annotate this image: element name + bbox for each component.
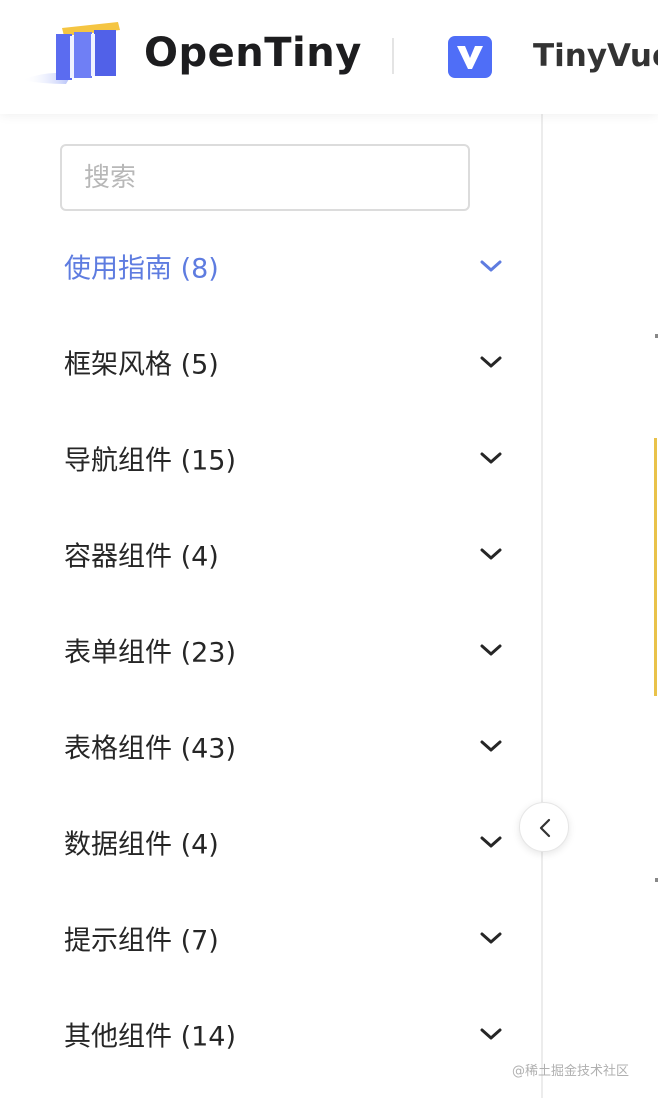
menu-item-data[interactable]: 数据组件 (4) (0, 794, 543, 890)
opentiny-logo-icon[interactable] (22, 18, 122, 88)
menu-item-label: 其他组件 (14) (64, 1021, 237, 1053)
menu-item-navigation[interactable]: 导航组件 (15) (0, 410, 543, 506)
menu-item-usage-guide[interactable]: 使用指南 (8) (0, 218, 543, 314)
menu-item-container[interactable]: 容器组件 (4) (0, 506, 543, 602)
content-area (545, 114, 658, 1098)
menu-item-label: 数据组件 (4) (64, 829, 219, 861)
header-divider (392, 38, 394, 74)
watermark: @稀土掘金技术社区 (512, 1064, 630, 1079)
menu-item-other[interactable]: 其他组件 (14) (0, 986, 543, 1082)
menu-item-label: 框架风格 (5) (64, 349, 219, 381)
menu-item-label: 导航组件 (15) (64, 445, 237, 477)
sidebar-nav: 使用指南 (8) 框架风格 (5) 导航组件 (15) 容器组件 (4) 表单组… (0, 114, 543, 1098)
chevron-down-icon (480, 260, 502, 272)
chevron-left-icon (539, 818, 551, 838)
menu-item-framework-style[interactable]: 框架风格 (5) (0, 314, 543, 410)
product-name[interactable]: TinyVue (533, 38, 658, 74)
tinyvue-logo-icon[interactable] (448, 36, 492, 78)
chevron-down-icon (480, 548, 502, 560)
menu-item-label: 提示组件 (7) (64, 925, 219, 957)
collapse-sidebar-button[interactable] (519, 802, 569, 852)
page: OpenTiny TinyVue 使用指南 (8) 框架风格 (5) 导航组件 … (0, 0, 658, 1098)
chevron-down-icon (480, 836, 502, 848)
content-accent-bar (654, 438, 657, 696)
menu-item-label: 容器组件 (4) (64, 541, 219, 573)
chevron-down-icon (480, 644, 502, 656)
chevron-down-icon (480, 932, 502, 944)
menu-item-feedback[interactable]: 提示组件 (7) (0, 890, 543, 986)
menu-item-form[interactable]: 表单组件 (23) (0, 602, 543, 698)
chevron-down-icon (480, 452, 502, 464)
search-input[interactable] (62, 146, 468, 209)
brand-name[interactable]: OpenTiny (144, 30, 362, 76)
menu-item-table[interactable]: 表格组件 (43) (0, 698, 543, 794)
chevron-down-icon (480, 740, 502, 752)
menu-item-label: 表单组件 (23) (64, 637, 237, 669)
chevron-down-icon (480, 356, 502, 368)
search-box (60, 144, 470, 211)
menu-item-label: 使用指南 (8) (64, 253, 219, 285)
top-header: OpenTiny TinyVue (0, 0, 658, 114)
menu-item-label: 表格组件 (43) (64, 733, 237, 765)
chevron-down-icon (480, 1028, 502, 1040)
